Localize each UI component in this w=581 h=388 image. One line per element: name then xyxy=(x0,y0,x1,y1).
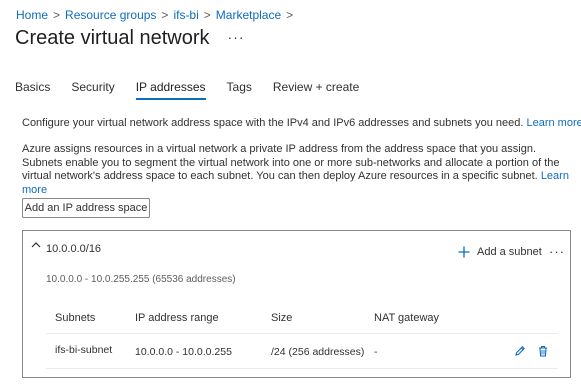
breadcrumb-resource-groups[interactable]: Resource groups xyxy=(65,8,156,22)
column-header-ip-range: IP address range xyxy=(135,312,219,324)
subnet-name-link[interactable]: ifs-bi-subnet xyxy=(55,344,112,356)
address-space-more-button[interactable]: ··· xyxy=(549,244,565,259)
description-body: Azure assigns resources in a virtual net… xyxy=(22,143,560,182)
intro-description: Configure your virtual network address s… xyxy=(22,117,524,129)
tab-bar: Basics Security IP addresses Tags Review… xyxy=(15,80,380,100)
column-header-subnets: Subnets xyxy=(55,312,96,324)
page-title: Create virtual network xyxy=(15,27,210,49)
address-space-range: 10.0.0.0 - 10.0.255.255 (65536 addresses… xyxy=(46,274,236,285)
description-text: Azure assigns resources in a virtual net… xyxy=(22,143,570,197)
tab-basics[interactable]: Basics xyxy=(15,80,50,100)
tab-security[interactable]: Security xyxy=(71,80,114,100)
chevron-right-icon: > xyxy=(53,8,61,22)
tab-tags[interactable]: Tags xyxy=(227,80,252,100)
subnet-nat-gateway: - xyxy=(374,346,378,358)
tab-review-create[interactable]: Review + create xyxy=(273,80,359,100)
delete-icon[interactable] xyxy=(537,345,549,357)
add-subnet-label: Add a subnet xyxy=(477,246,542,258)
address-space-cidr: 10.0.0.0/16 xyxy=(46,243,102,255)
subnet-ip-range: 10.0.0.0 - 10.0.0.255 xyxy=(135,346,232,358)
edit-icon[interactable] xyxy=(514,345,526,357)
breadcrumb-home[interactable]: Home xyxy=(16,8,48,22)
column-header-nat-gateway: NAT gateway xyxy=(374,312,440,324)
column-header-size: Size xyxy=(271,312,293,324)
table-row-divider xyxy=(46,368,558,369)
intro-learn-more-link[interactable]: Learn more xyxy=(526,117,581,129)
tab-ip-addresses[interactable]: IP addresses xyxy=(135,80,206,100)
breadcrumb-marketplace[interactable]: Marketplace xyxy=(216,8,281,22)
table-divider xyxy=(46,333,558,334)
breadcrumb: Home > Resource groups > ifs-bi > Market… xyxy=(16,8,298,22)
intro-text: Configure your virtual network address s… xyxy=(22,117,581,131)
more-options-button[interactable]: ··· xyxy=(228,29,245,45)
subnet-size: /24 (256 addresses) xyxy=(271,346,365,358)
page-title-row: Create virtual network ··· xyxy=(15,27,245,50)
add-ip-address-space-button[interactable]: Add an IP address space xyxy=(22,198,150,218)
chevron-right-icon: > xyxy=(161,8,169,22)
chevron-up-icon[interactable] xyxy=(31,241,41,249)
chevron-right-icon: > xyxy=(286,8,294,22)
breadcrumb-ifs-bi[interactable]: ifs-bi xyxy=(173,8,198,22)
intro-learn-more-label: Learn more xyxy=(526,117,581,129)
plus-icon xyxy=(458,246,470,258)
add-subnet-button[interactable]: Add a subnet xyxy=(458,246,542,258)
chevron-right-icon: > xyxy=(203,8,211,22)
